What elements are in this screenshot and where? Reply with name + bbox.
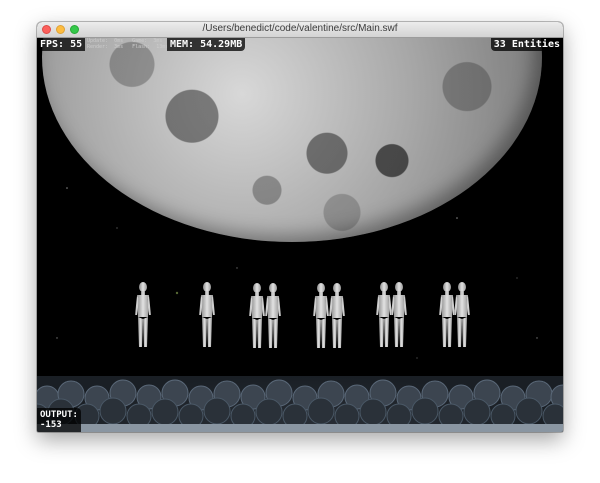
figures-layer [135,282,470,348]
figure-3 [249,283,265,348]
app-window: /Users/benedict/code/valentine/src/Main.… [37,22,563,432]
entity-counter: 33 Entities [490,38,563,51]
figure-5 [313,283,329,348]
cloud-layer [37,376,563,432]
timing-stats: Update: 0ms Game: 3ms Render: 3ms Flash: 13m… [85,38,176,50]
stats-flash-label: Flash: [132,44,151,50]
game-stage[interactable]: FPS: 55 Update: 0ms Game: 3ms Render: 3ms F… [37,38,563,432]
output-console: OUTPUT: -153 [37,408,81,432]
figure-9 [439,282,455,347]
window-title: /Users/benedict/code/valentine/src/Main.… [202,23,398,34]
figure-8 [391,282,407,347]
fps-counter: FPS: 55 [37,38,86,51]
figure-10 [454,282,470,347]
figure-4 [265,283,281,348]
title-bar[interactable]: /Users/benedict/code/valentine/src/Main.… [37,22,563,38]
figure-1 [135,282,151,347]
memory-counter: MEM: 54.29MB [167,38,246,51]
output-label: OUTPUT: [40,410,78,420]
stats-render-value: 3ms [114,44,124,50]
figure-6 [329,283,345,348]
stats-render-label: Render: [87,44,109,50]
output-value: -153 [40,420,62,430]
figure-2 [199,282,215,347]
figure-7 [376,282,392,347]
